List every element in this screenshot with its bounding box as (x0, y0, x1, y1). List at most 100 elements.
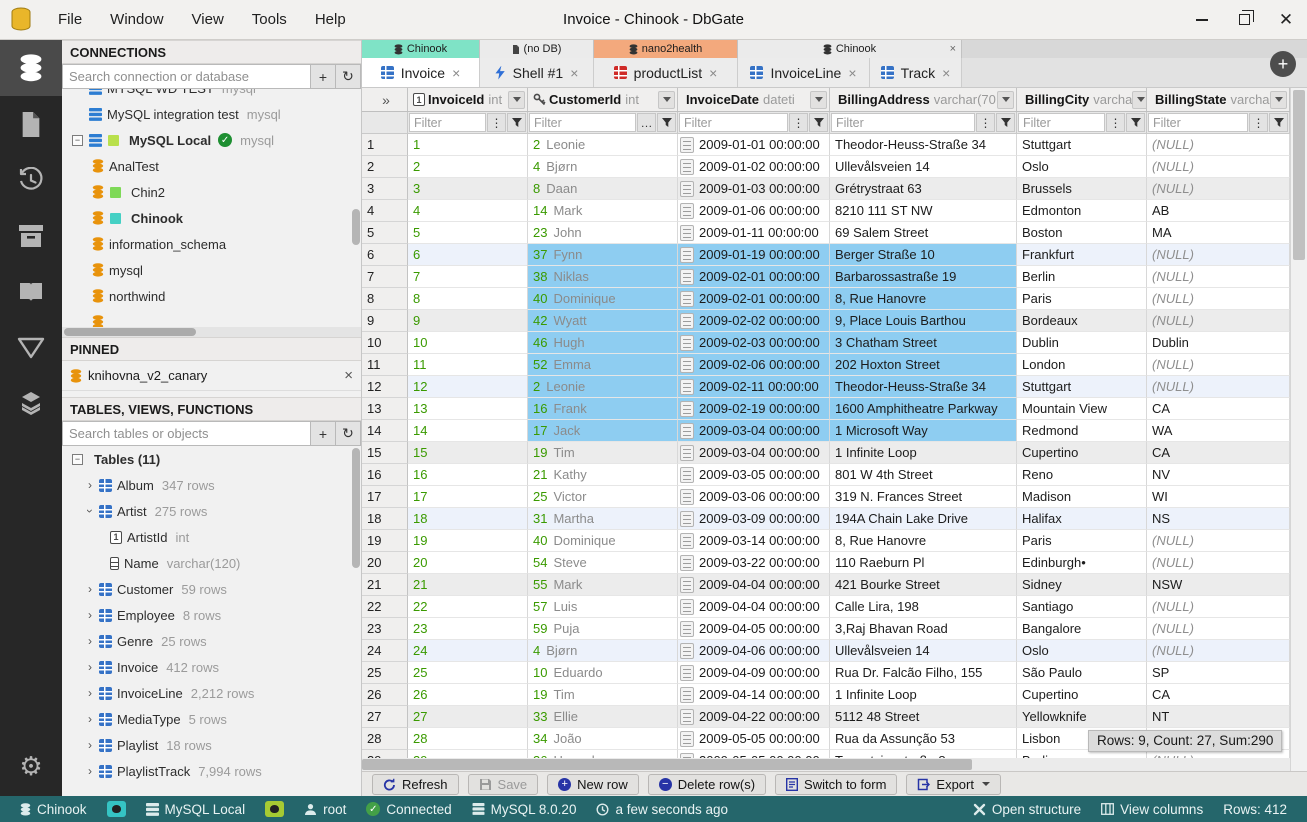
cell-billingaddress[interactable]: 202 Hoxton Street (830, 354, 1017, 376)
connection-item[interactable]: − MySQL Local ✓ mysql (62, 127, 361, 153)
cell-invoiceid[interactable]: 16 (408, 464, 528, 486)
cell-billingstate[interactable]: CA (1147, 398, 1290, 420)
cell-billingstate[interactable]: SP (1147, 662, 1290, 684)
filter-menu-button[interactable]: … (637, 113, 656, 132)
cell-invoicedate[interactable]: 2009-04-22 00:00:00 (678, 706, 830, 728)
cell-invoiceid[interactable]: 14 (408, 420, 528, 442)
filter-funnel-button[interactable] (996, 113, 1015, 132)
refresh-connections-button[interactable]: ↻ (336, 64, 361, 89)
connection-item[interactable]: MySQL integration test mysql (62, 101, 361, 127)
connection-item[interactable]: MYSQL WD TEST mysql (62, 89, 361, 101)
open-editor-icon[interactable] (680, 664, 694, 681)
cell-billingaddress[interactable]: 8, Rue Hanovre (830, 288, 1017, 310)
filter-input[interactable]: Filter (1148, 113, 1248, 132)
table-item-genre[interactable]: › Genre 25 rows (62, 628, 361, 654)
open-editor-icon[interactable] (680, 444, 694, 461)
row-number-cell[interactable]: 26 (362, 684, 408, 706)
cell-customerid[interactable]: 2 Leonie (528, 376, 678, 398)
cell-invoicedate[interactable]: 2009-01-19 00:00:00 (678, 244, 830, 266)
close-group-icon[interactable]: × (950, 43, 956, 55)
cell-customerid[interactable]: 52 Emma (528, 354, 678, 376)
close-tab-icon[interactable]: × (452, 65, 460, 81)
tab-group--no-db-[interactable]: (no DB) (480, 40, 594, 58)
close-tab-icon[interactable]: × (942, 65, 950, 81)
cell-billingstate[interactable]: (NULL) (1147, 134, 1290, 156)
cell-customerid[interactable]: 38 Niklas (528, 266, 678, 288)
cell-customerid[interactable]: 46 Hugh (528, 332, 678, 354)
rail-item-book[interactable] (0, 264, 62, 320)
cell-invoicedate[interactable]: 2009-03-09 00:00:00 (678, 508, 830, 530)
cell-billingcity[interactable]: Stuttgart (1017, 134, 1147, 156)
tab-invoice[interactable]: Invoice × (362, 58, 480, 87)
cell-invoicedate[interactable]: 2009-01-06 00:00:00 (678, 200, 830, 222)
pinned-item[interactable]: knihovna_v2_canary × (62, 361, 361, 391)
tab-invoiceline[interactable]: InvoiceLine × (738, 58, 870, 87)
cell-billingcity[interactable]: London (1017, 354, 1147, 376)
connections-hscrollbar[interactable] (62, 327, 361, 337)
cell-customerid[interactable]: 55 Mark (528, 574, 678, 596)
cell-customerid[interactable]: 54 Steve (528, 552, 678, 574)
cell-invoicedate[interactable]: 2009-03-05 00:00:00 (678, 464, 830, 486)
cell-customerid[interactable]: 40 Dominique (528, 530, 678, 552)
close-tab-icon[interactable]: × (709, 65, 717, 81)
table-item-playlist[interactable]: › Playlist 18 rows (62, 732, 361, 758)
row-number-cell[interactable]: 3 (362, 178, 408, 200)
cell-billingcity[interactable]: Edinburgh• (1017, 552, 1147, 574)
cell-billingstate[interactable]: NS (1147, 508, 1290, 530)
cell-billingstate[interactable]: NV (1147, 464, 1290, 486)
column-menu-button[interactable] (810, 90, 827, 109)
filter-funnel-button[interactable] (1126, 113, 1145, 132)
cell-billingaddress[interactable]: 69 Salem Street (830, 222, 1017, 244)
refresh-button[interactable]: Refresh (372, 773, 459, 795)
close-tab-icon[interactable]: × (848, 65, 856, 81)
cell-billingaddress[interactable]: 8, Rue Hanovre (830, 530, 1017, 552)
status-mysql-local[interactable]: MySQL Local (136, 796, 256, 822)
table-item-playlisttrack[interactable]: › PlaylistTrack 7,994 rows (62, 758, 361, 784)
connection-item[interactable]: AnalTest (62, 153, 361, 179)
cell-invoicedate[interactable]: 2009-02-01 00:00:00 (678, 288, 830, 310)
cell-billingaddress[interactable]: Berger Straße 10 (830, 244, 1017, 266)
open-editor-icon[interactable] (680, 488, 694, 505)
status-connected[interactable]: ✓ Connected (356, 796, 461, 822)
cell-invoicedate[interactable]: 2009-02-11 00:00:00 (678, 376, 830, 398)
cell-billingstate[interactable]: MA (1147, 222, 1290, 244)
delete-row-s--button[interactable]: − Delete row(s) (647, 773, 767, 795)
close-button[interactable]: ✕ (1265, 0, 1307, 39)
cell-billingaddress[interactable]: 1 Infinite Loop (830, 684, 1017, 706)
row-number-cell[interactable]: 16 (362, 464, 408, 486)
grid-vscrollbar[interactable] (1290, 88, 1307, 771)
filter-funnel-button[interactable] (1269, 113, 1288, 132)
cell-billingstate[interactable]: WI (1147, 486, 1290, 508)
save-button[interactable]: Save (467, 773, 539, 795)
grid-hscrollbar[interactable] (362, 758, 1307, 771)
status-mysql-8-0-20[interactable]: MySQL 8.0.20 (462, 796, 587, 822)
cell-invoicedate[interactable]: 2009-01-11 00:00:00 (678, 222, 830, 244)
column-item-name[interactable]: Name varchar(120) (62, 550, 361, 576)
filter-funnel-button[interactable] (507, 113, 526, 132)
cell-billingaddress[interactable]: 421 Bourke Street (830, 574, 1017, 596)
chevron-right-icon[interactable]: › (84, 582, 96, 596)
row-number-cell[interactable]: 9 (362, 310, 408, 332)
cell-invoiceid[interactable]: 26 (408, 684, 528, 706)
chevron-right-icon[interactable]: › (84, 660, 96, 674)
cell-billingstate[interactable]: (NULL) (1147, 266, 1290, 288)
tab-group-chinook[interactable]: Chinook (362, 40, 480, 58)
cell-billingstate[interactable]: (NULL) (1147, 178, 1290, 200)
cell-billingstate[interactable]: Dublin (1147, 332, 1290, 354)
table-item-album[interactable]: › Album 347 rows (62, 472, 361, 498)
open-editor-icon[interactable] (680, 246, 694, 263)
cell-billingaddress[interactable]: 1 Infinite Loop (830, 442, 1017, 464)
column-header-billingstate[interactable]: BillingState varcha (1147, 88, 1290, 111)
column-menu-button[interactable] (1132, 90, 1146, 109)
status-open-structure[interactable]: Open structure (963, 796, 1091, 822)
cell-invoiceid[interactable]: 13 (408, 398, 528, 420)
cell-customerid[interactable]: 19 Tim (528, 442, 678, 464)
open-editor-icon[interactable] (680, 598, 694, 615)
row-number-cell[interactable]: 2 (362, 156, 408, 178)
cell-billingaddress[interactable]: Calle Lira, 198 (830, 596, 1017, 618)
open-editor-icon[interactable] (680, 158, 694, 175)
status-chinook[interactable]: Chinook (10, 796, 97, 822)
row-number-cell[interactable]: 10 (362, 332, 408, 354)
open-editor-icon[interactable] (680, 422, 694, 439)
open-editor-icon[interactable] (680, 554, 694, 571)
